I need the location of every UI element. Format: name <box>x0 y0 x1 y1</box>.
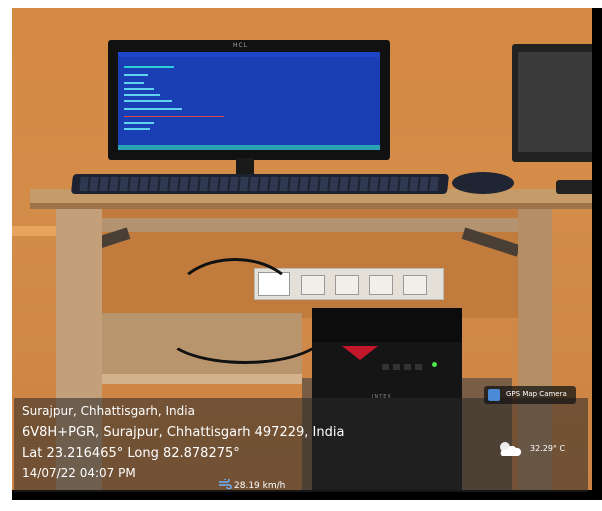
app-badge: GPS Map Camera <box>484 386 576 404</box>
app-badge-label: GPS Map Camera <box>506 390 567 398</box>
editor-menu-bar <box>118 52 380 57</box>
monitor-screen <box>118 52 380 150</box>
cpu-red-accent <box>342 346 378 360</box>
code-line <box>124 74 148 76</box>
power-socket <box>403 275 427 295</box>
monitor: HCL <box>108 40 390 160</box>
location-text: Surajpur, Chhattisgarh, India <box>22 404 195 418</box>
image-frame: INTEX HCL GPS Map Camera Surajpur, Chhat… <box>0 0 602 511</box>
cpu-power-led <box>432 362 437 367</box>
second-monitor <box>512 44 602 162</box>
desk-shelf-edge <box>102 374 302 384</box>
code-line <box>124 94 160 96</box>
desk-rail <box>102 218 518 232</box>
code-line <box>124 108 182 110</box>
code-line <box>124 122 154 124</box>
monitor-brand: HCL <box>233 42 249 49</box>
datetime-text: 14/07/22 04:07 PM <box>22 466 136 480</box>
gps-map-camera-icon <box>488 389 500 401</box>
second-monitor-screen <box>518 52 602 152</box>
keyboard <box>70 174 450 194</box>
power-socket <box>301 275 325 295</box>
temperature-text: 32.29° C <box>530 444 566 453</box>
cpu-front-ports <box>382 364 426 370</box>
code-line <box>124 128 150 130</box>
code-line-highlight <box>124 116 224 117</box>
speed-text: 28.19 km/h <box>234 481 286 491</box>
mouse <box>452 172 514 194</box>
code-line <box>124 100 172 102</box>
keyboard-keys <box>79 177 441 191</box>
code-line <box>124 88 154 90</box>
power-socket <box>369 275 393 295</box>
cpu-top <box>312 308 462 342</box>
code-line <box>124 66 174 68</box>
photo-border-right <box>592 8 602 500</box>
wall-pipe <box>12 226 56 236</box>
code-line <box>124 82 144 84</box>
power-socket <box>335 275 359 295</box>
desk-top-edge <box>30 203 602 209</box>
address-text: 6V8H+PGR, Surajpur, Chhattisgarh 497229,… <box>22 425 345 440</box>
cable <box>162 298 328 364</box>
wind-icon <box>219 479 232 489</box>
partly-cloudy-icon <box>500 442 522 456</box>
editor-status-bar <box>118 145 380 150</box>
coordinates-text: Lat 23.216465° Long 82.878275° <box>22 446 240 461</box>
